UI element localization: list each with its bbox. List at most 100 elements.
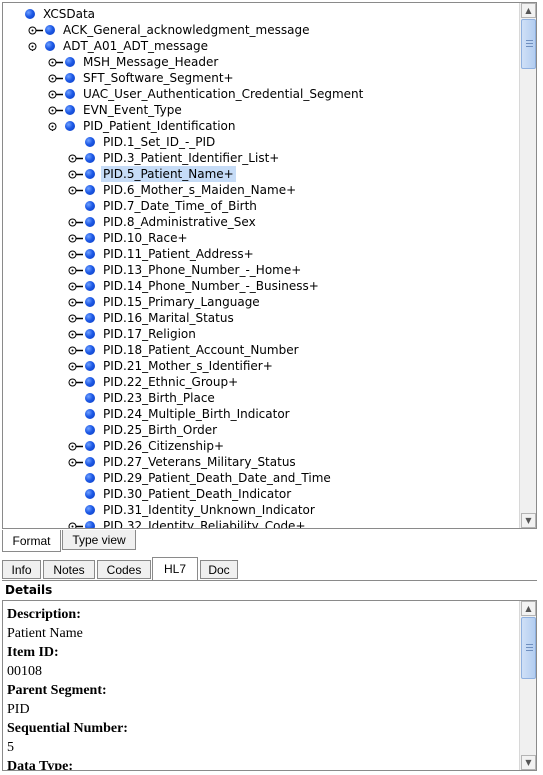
node-icon	[65, 57, 75, 67]
expand-toggle-icon[interactable]	[68, 218, 84, 227]
tree-node[interactable]: XCSData	[3, 6, 519, 22]
tree-node[interactable]: PID.3_Patient_Identifier_List+	[3, 150, 519, 166]
expand-toggle-icon[interactable]	[48, 106, 64, 115]
tree-node-label: PID.31_Identity_Unknown_Indicator	[103, 503, 315, 517]
expand-toggle-icon[interactable]	[68, 282, 84, 291]
tree-node[interactable]: PID.31_Identity_Unknown_Indicator	[3, 502, 519, 518]
tree-node-label: PID.5_Patient_Name+	[101, 166, 236, 182]
node-icon	[85, 521, 95, 528]
tree-node[interactable]: MSH_Message_Header	[3, 54, 519, 70]
tree-node[interactable]: PID_Patient_Identification	[3, 118, 519, 134]
tree-node-label: PID.15_Primary_Language	[103, 295, 260, 309]
tree-node[interactable]: PID.32_Identity_Reliability_Code+	[3, 518, 519, 528]
details-scrollbar[interactable]: ▲ ▼	[519, 601, 536, 770]
tree-node[interactable]: PID.29_Patient_Death_Date_and_Time	[3, 470, 519, 486]
tree-node[interactable]: PID.10_Race+	[3, 230, 519, 246]
scroll-up-button[interactable]: ▲	[521, 3, 536, 18]
tree-node-label: PID.8_Administrative_Sex	[103, 215, 256, 229]
tree-node[interactable]: PID.26_Citizenship+	[3, 438, 519, 454]
expand-toggle-icon[interactable]	[68, 346, 84, 355]
scroll-down-button[interactable]: ▼	[521, 513, 536, 528]
detail-label: Data Type:	[7, 759, 73, 771]
tab-info[interactable]: Info	[2, 560, 41, 579]
scroll-thumb[interactable]	[521, 617, 536, 679]
scroll-up-button[interactable]: ▲	[521, 601, 536, 616]
tree-node[interactable]: PID.1_Set_ID_-_PID	[3, 134, 519, 150]
node-icon	[65, 73, 75, 83]
tree-node[interactable]: PID.5_Patient_Name+	[3, 166, 519, 182]
expand-toggle-icon[interactable]	[68, 378, 84, 387]
tree-node[interactable]: PID.18_Patient_Account_Number	[3, 342, 519, 358]
tree-node[interactable]: PID.22_Ethnic_Group+	[3, 374, 519, 390]
expand-toggle-icon[interactable]	[48, 74, 64, 83]
expand-toggle-icon[interactable]	[68, 186, 84, 195]
tree-node-label: PID.13_Phone_Number_-_Home+	[103, 263, 302, 277]
tree-node[interactable]: PID.21_Mother_s_Identifier+	[3, 358, 519, 374]
tree-node[interactable]: ACK_General_acknowledgment_message	[3, 22, 519, 38]
detail-value: Patient Name	[7, 626, 83, 641]
tree-node[interactable]: PID.30_Patient_Death_Indicator	[3, 486, 519, 502]
tree-node[interactable]: PID.16_Marital_Status	[3, 310, 519, 326]
tree-node[interactable]: PID.11_Patient_Address+	[3, 246, 519, 262]
expand-toggle-icon[interactable]	[68, 362, 84, 371]
tree-node[interactable]: ADT_A01_ADT_message	[3, 38, 519, 54]
tree-node[interactable]: PID.8_Administrative_Sex	[3, 214, 519, 230]
detail-label: Description:	[7, 607, 81, 622]
expand-toggle-icon[interactable]	[48, 58, 64, 67]
tree-node[interactable]: PID.27_Veterans_Military_Status	[3, 454, 519, 470]
node-icon	[65, 89, 75, 99]
tree-node-label: PID.32_Identity_Reliability_Code+	[103, 519, 306, 528]
tab-type-view[interactable]: Type view	[62, 530, 136, 550]
node-icon	[45, 25, 55, 35]
tree-node-label: PID.3_Patient_Identifier_List+	[103, 151, 280, 165]
expand-toggle-icon[interactable]	[68, 442, 84, 451]
node-icon	[65, 121, 75, 131]
tree-node-label: PID.30_Patient_Death_Indicator	[103, 487, 292, 501]
tree-node[interactable]: PID.15_Primary_Language	[3, 294, 519, 310]
node-icon	[85, 505, 95, 515]
expand-toggle-icon[interactable]	[68, 170, 84, 179]
node-icon	[85, 425, 95, 435]
tree-node-label: PID.23_Birth_Place	[103, 391, 215, 405]
scroll-thumb[interactable]	[521, 19, 536, 69]
tree-node[interactable]: PID.23_Birth_Place	[3, 390, 519, 406]
tree-node-label: ACK_General_acknowledgment_message	[63, 23, 310, 37]
tree-view[interactable]: XCSData ACK_General_acknowledgment_messag…	[3, 3, 519, 528]
tree-panel: XCSData ACK_General_acknowledgment_messag…	[2, 2, 537, 529]
tree-node-label: PID.14_Phone_Number_-_Business+	[103, 279, 319, 293]
tree-node[interactable]: PID.6_Mother_s_Maiden_Name+	[3, 182, 519, 198]
tree-node[interactable]: UAC_User_Authentication_Credential_Segme…	[3, 86, 519, 102]
expand-toggle-icon[interactable]	[68, 314, 84, 323]
expand-toggle-icon[interactable]	[68, 234, 84, 243]
expand-toggle-icon[interactable]	[68, 154, 84, 163]
collapse-toggle-icon[interactable]	[28, 42, 44, 51]
tree-node[interactable]: PID.14_Phone_Number_-_Business+	[3, 278, 519, 294]
detail-label: Parent Segment:	[7, 683, 107, 698]
tree-node[interactable]: PID.7_Date_Time_of_Birth	[3, 198, 519, 214]
tab-format[interactable]: Format	[2, 530, 61, 552]
expand-toggle-icon[interactable]	[28, 26, 44, 35]
tree-node[interactable]: PID.24_Multiple_Birth_Indicator	[3, 406, 519, 422]
tree-node[interactable]: PID.25_Birth_Order	[3, 422, 519, 438]
tab-codes[interactable]: Codes	[97, 560, 151, 579]
tree-node[interactable]: SFT_Software_Segment+	[3, 70, 519, 86]
tree-node[interactable]: PID.17_Religion	[3, 326, 519, 342]
expand-toggle-icon[interactable]	[48, 90, 64, 99]
expand-toggle-icon[interactable]	[68, 298, 84, 307]
expand-toggle-icon[interactable]	[68, 522, 84, 528]
tab-hl7[interactable]: HL7	[152, 557, 198, 580]
scroll-down-button[interactable]: ▼	[521, 755, 536, 770]
tree-node-label: SFT_Software_Segment+	[83, 71, 234, 85]
expand-toggle-icon[interactable]	[68, 458, 84, 467]
expand-toggle-icon[interactable]	[68, 250, 84, 259]
collapse-toggle-icon[interactable]	[48, 122, 64, 131]
tree-node-label: PID.29_Patient_Death_Date_and_Time	[103, 471, 331, 485]
tree-node[interactable]: PID.13_Phone_Number_-_Home+	[3, 262, 519, 278]
tree-scrollbar[interactable]: ▲ ▼	[519, 3, 536, 528]
node-icon	[45, 41, 55, 51]
expand-toggle-icon[interactable]	[68, 266, 84, 275]
tab-doc[interactable]: Doc	[200, 560, 238, 579]
tab-notes[interactable]: Notes	[43, 560, 95, 579]
expand-toggle-icon[interactable]	[68, 330, 84, 339]
tree-node[interactable]: EVN_Event_Type	[3, 102, 519, 118]
